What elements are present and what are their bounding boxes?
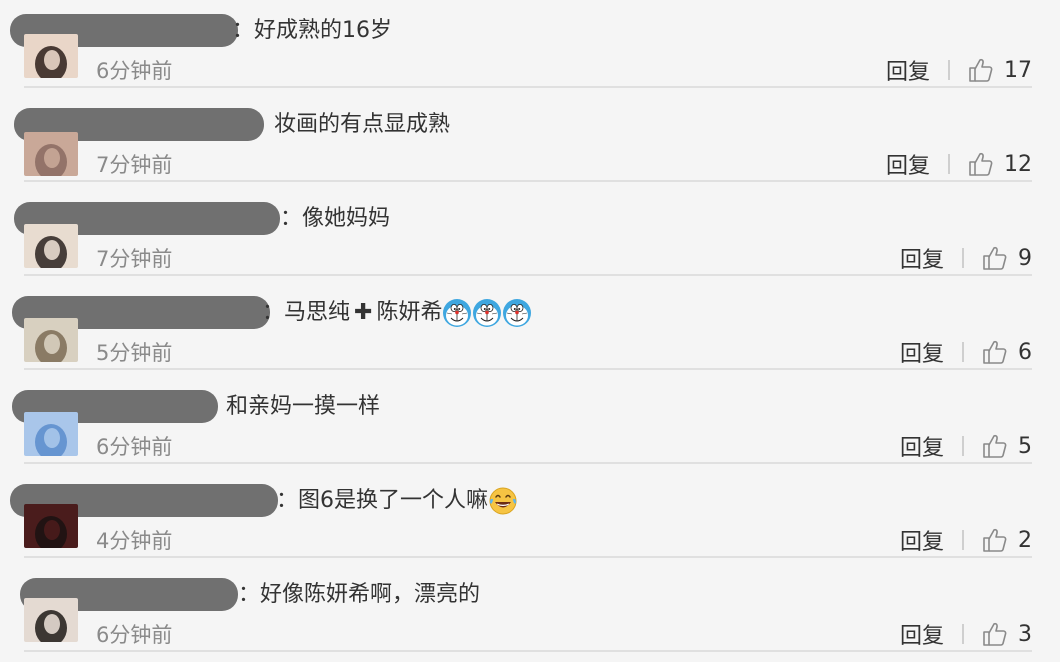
avatar[interactable] <box>24 504 78 548</box>
comment-body: 像她妈妈 <box>302 206 391 231</box>
avatar-image <box>24 34 78 78</box>
row-divider <box>24 650 1032 652</box>
like-count: 12 <box>1004 151 1032 177</box>
comment-text: ：像她妈妈 <box>280 204 390 234</box>
avatar[interactable] <box>24 132 78 176</box>
comment-actions: 回复 17 <box>886 54 1032 86</box>
thumbs-up-icon <box>969 58 993 82</box>
action-divider <box>962 624 964 644</box>
like-count: 2 <box>1018 527 1032 553</box>
thumbs-up-icon <box>983 622 1007 646</box>
avatar[interactable] <box>24 598 78 642</box>
doraemon-face-icon <box>473 299 502 327</box>
thumbs-up-icon <box>969 152 993 176</box>
like-button[interactable]: 6 <box>982 339 1032 365</box>
action-divider <box>962 436 964 456</box>
comment-actions: 回复 9 <box>900 242 1032 274</box>
reply-button[interactable]: 回复 <box>886 54 930 86</box>
comment-actions: 回复 3 <box>900 618 1032 650</box>
thumbs-up-icon <box>983 340 1007 364</box>
comment-item: ：像她妈妈 7分钟前 回复 9 <box>0 182 1060 276</box>
comment-timestamp: 4分钟前 <box>96 529 173 553</box>
like-count: 3 <box>1018 621 1032 647</box>
comment-body: 图6是换了一个人嘛 <box>298 488 489 513</box>
reply-button[interactable]: 回复 <box>900 430 944 462</box>
comment-timestamp: 7分钟前 <box>96 153 173 177</box>
like-count: 6 <box>1018 339 1032 365</box>
comment-text: ：马思纯 ✚ 陈妍希 <box>262 298 532 328</box>
avatar[interactable] <box>24 34 78 78</box>
action-divider <box>948 60 950 80</box>
action-divider <box>948 154 950 174</box>
comment-colon: ： <box>232 18 255 43</box>
comment-text: 和亲妈一摸一样 <box>226 392 380 422</box>
reply-button[interactable]: 回复 <box>900 618 944 650</box>
reply-button[interactable]: 回复 <box>900 242 944 274</box>
thumbs-up-icon <box>983 246 1007 270</box>
avatar-image <box>24 412 78 456</box>
reply-button[interactable]: 回复 <box>900 524 944 556</box>
comment-colon: ： <box>280 206 303 231</box>
comment-list: ：好成熟的16岁 6分钟前 回复 17 妆画的有点显成熟 7分钟前 回复 12 ：像她妈妈 7分钟… <box>0 0 1060 652</box>
plus-icon: ✚ <box>354 300 373 325</box>
comment-body: 妆画的有点显成熟 <box>274 112 451 137</box>
comment-body-after: 陈妍希 <box>376 300 443 325</box>
comment-timestamp: 6分钟前 <box>96 59 173 83</box>
like-button[interactable]: 9 <box>982 245 1032 271</box>
comment-text: ：好成熟的16岁 <box>232 16 392 46</box>
comment-timestamp: 7分钟前 <box>96 247 173 271</box>
comment-colon: ： <box>238 582 261 607</box>
like-count: 5 <box>1018 433 1032 459</box>
thumbs-up-icon <box>983 434 1007 458</box>
comment-item: ：图6是换了一个人嘛 4分钟前 回复 2 <box>0 464 1060 558</box>
doraemon-face-icon <box>503 299 532 327</box>
like-count: 9 <box>1018 245 1032 271</box>
comment-item: 和亲妈一摸一样 6分钟前 回复 5 <box>0 370 1060 464</box>
comment-actions: 回复 2 <box>900 524 1032 556</box>
action-divider <box>962 342 964 362</box>
thumbs-up-icon <box>983 528 1007 552</box>
comment-timestamp: 6分钟前 <box>96 435 173 459</box>
avatar[interactable] <box>24 318 78 362</box>
like-button[interactable]: 5 <box>982 433 1032 459</box>
avatar-image <box>24 318 78 362</box>
avatar-image <box>24 132 78 176</box>
comment-item: ：马思纯 ✚ 陈妍希 5分钟前 回复 6 <box>0 276 1060 370</box>
reply-button[interactable]: 回复 <box>900 336 944 368</box>
laughing-tears-icon <box>489 487 517 515</box>
comment-body: 马思纯 <box>284 300 351 325</box>
comment-item: 妆画的有点显成熟 7分钟前 回复 12 <box>0 88 1060 182</box>
comment-colon: ： <box>262 300 285 325</box>
reply-button[interactable]: 回复 <box>886 148 930 180</box>
comment-body: 好成熟的16岁 <box>254 18 393 43</box>
avatar-image <box>24 504 78 548</box>
like-button[interactable]: 3 <box>982 621 1032 647</box>
avatar[interactable] <box>24 412 78 456</box>
avatar[interactable] <box>24 224 78 268</box>
comment-text: 妆画的有点显成熟 <box>274 110 450 140</box>
comment-body: 和亲妈一摸一样 <box>226 394 381 419</box>
comment-text: ：图6是换了一个人嘛 <box>276 486 518 516</box>
comment-actions: 回复 12 <box>886 148 1032 180</box>
like-count: 17 <box>1004 57 1032 83</box>
comment-item: ：好像陈妍希啊，漂亮的 6分钟前 回复 3 <box>0 558 1060 652</box>
avatar-image <box>24 598 78 642</box>
like-button[interactable]: 17 <box>968 57 1032 83</box>
comment-body: 好像陈妍希啊，漂亮的 <box>260 582 481 607</box>
comment-timestamp: 5分钟前 <box>96 341 173 365</box>
comment-actions: 回复 5 <box>900 430 1032 462</box>
action-divider <box>962 248 964 268</box>
doraemon-face-icon <box>443 299 472 327</box>
comment-item: ：好成熟的16岁 6分钟前 回复 17 <box>0 0 1060 88</box>
comment-actions: 回复 6 <box>900 336 1032 368</box>
action-divider <box>962 530 964 550</box>
like-button[interactable]: 2 <box>982 527 1032 553</box>
like-button[interactable]: 12 <box>968 151 1032 177</box>
avatar-image <box>24 224 78 268</box>
comment-text: ：好像陈妍希啊，漂亮的 <box>238 580 480 610</box>
comment-colon: ： <box>276 488 299 513</box>
comment-timestamp: 6分钟前 <box>96 623 173 647</box>
